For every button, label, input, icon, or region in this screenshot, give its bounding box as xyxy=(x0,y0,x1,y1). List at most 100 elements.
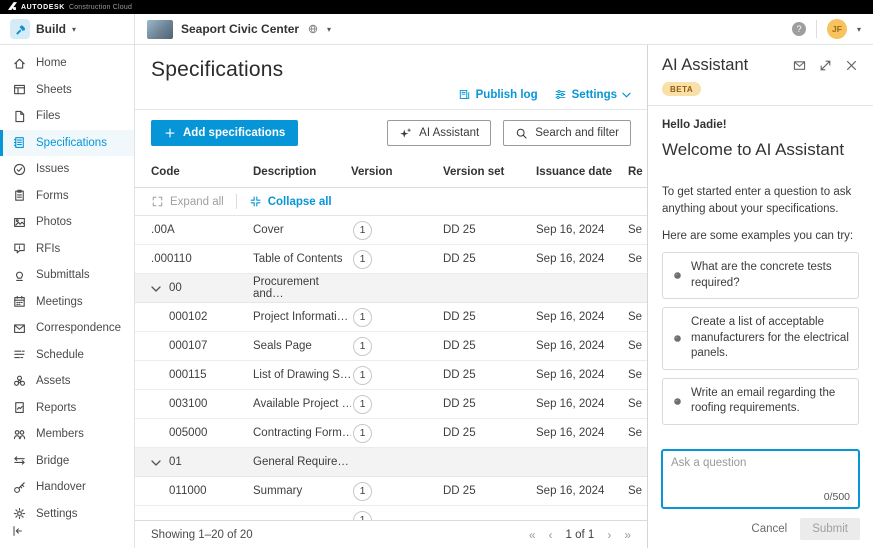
sidebar-item-sheets[interactable]: Sheets xyxy=(0,77,134,104)
sidebar-item-bridge[interactable]: Bridge xyxy=(0,448,134,475)
correspondence-icon xyxy=(12,321,27,336)
sidebar-item-label: Files xyxy=(36,110,60,122)
project-selector[interactable]: Seaport Civic Center ▾ xyxy=(135,14,343,44)
autodesk-logo-icon xyxy=(8,2,17,12)
photos-icon xyxy=(12,215,27,230)
beta-badge: BETA xyxy=(662,82,701,96)
home-icon xyxy=(12,56,27,71)
extra-cell: Se xyxy=(628,311,647,323)
module-switcher[interactable]: Build ▾ xyxy=(0,14,135,44)
sidebar-item-submittals[interactable]: Submittals xyxy=(0,262,134,289)
project-name: Seaport Civic Center xyxy=(181,22,299,36)
description-cell: Contracting Form… xyxy=(253,427,351,439)
sidebar-item-reports[interactable]: Reports xyxy=(0,395,134,422)
next-page-button[interactable]: › xyxy=(607,528,611,542)
ai-examples-label: Here are some examples you can try: xyxy=(662,230,859,242)
table-row-000107[interactable]: 000107Seals Page1DD 25Sep 16, 2024Se xyxy=(135,332,647,361)
sparkle-icon xyxy=(399,127,412,140)
table-row-011000[interactable]: 011000Summary1DD 25Sep 16, 2024Se xyxy=(135,477,647,506)
settings-icon xyxy=(12,506,27,521)
add-specifications-button[interactable]: Add specifications xyxy=(151,120,298,146)
sidebar-item-correspondence[interactable]: Correspondence xyxy=(0,315,134,342)
publish-log-link[interactable]: Publish log xyxy=(458,88,538,101)
app-bar-right: ? JF ▾ xyxy=(792,14,873,44)
autodesk-brand-text: AUTODESK xyxy=(21,4,65,11)
sidebar-item-files[interactable]: Files xyxy=(0,103,134,130)
toolbar-right: AI Assistant Search and filter xyxy=(387,120,631,146)
app-bar: Build ▾ Seaport Civic Center ▾ ? JF ▾ xyxy=(0,14,873,45)
ai-panel-header: AI Assistant BETA xyxy=(648,45,873,106)
version-cell: 1 xyxy=(351,308,443,327)
table-row--00a[interactable]: .00ACover1DD 25Sep 16, 2024Se xyxy=(135,216,647,245)
sidebar-item-label: Photos xyxy=(36,216,72,228)
table-row-000115[interactable]: 000115List of Drawing S…1DD 25Sep 16, 20… xyxy=(135,361,647,390)
sidebar-item-label: Specifications xyxy=(36,137,107,149)
table-row--000110[interactable]: .000110Table of Contents1DD 25Sep 16, 20… xyxy=(135,245,647,274)
group-code-cell: 00 xyxy=(151,282,253,294)
sidebar-item-issues[interactable]: Issues xyxy=(0,156,134,183)
column-header-code: Code xyxy=(151,166,253,178)
search-and-filter-button[interactable]: Search and filter xyxy=(503,120,631,146)
description-cell: Project Informati… xyxy=(253,311,351,323)
question-input-box: 0/500 xyxy=(661,449,860,509)
version-cell: 1 xyxy=(351,511,443,521)
issuance-date-cell: Sep 16, 2024 xyxy=(536,369,628,381)
code-cell: 011000 xyxy=(151,485,253,497)
envelope-icon[interactable] xyxy=(792,58,807,73)
user-avatar[interactable]: JF xyxy=(827,19,847,39)
table-row-005000[interactable]: 005000Contracting Form…1DD 25Sep 16, 202… xyxy=(135,419,647,448)
sidebar-item-handover[interactable]: Handover xyxy=(0,474,134,501)
version-cell: 1 xyxy=(351,424,443,443)
group-row-00[interactable]: 00Procurement and… xyxy=(135,274,647,303)
first-page-button[interactable]: « xyxy=(529,528,536,542)
expand-all-icon xyxy=(151,195,164,208)
sidebar-item-rfis[interactable]: RFIs xyxy=(0,236,134,263)
group-description-cell: Procurement and… xyxy=(253,276,351,300)
example-question-text: Write an email regarding the roofing req… xyxy=(691,386,849,417)
group-row-01[interactable]: 01General Require… xyxy=(135,448,647,477)
settings-label: Settings xyxy=(572,89,617,101)
chevron-down-icon xyxy=(622,92,631,98)
table-row-partial[interactable]: 1 xyxy=(135,506,647,520)
version-badge: 1 xyxy=(353,250,372,269)
ai-greeting: Hello Jadie! xyxy=(662,119,859,131)
user-caret-down-icon[interactable]: ▾ xyxy=(857,25,861,34)
example-question-3[interactable]: Write an email regarding the roofing req… xyxy=(662,378,859,425)
add-specifications-label: Add specifications xyxy=(183,127,285,139)
help-icon[interactable]: ? xyxy=(792,22,806,36)
sidebar-collapse-button[interactable] xyxy=(10,524,24,541)
collapse-all-button[interactable]: Collapse all xyxy=(249,195,332,208)
example-question-1[interactable]: What are the concrete tests required? xyxy=(662,252,859,299)
settings-link[interactable]: Settings xyxy=(554,88,631,101)
close-icon[interactable] xyxy=(844,58,859,73)
issuance-date-cell: Sep 16, 2024 xyxy=(536,427,628,439)
sidebar-item-photos[interactable]: Photos xyxy=(0,209,134,236)
members-icon xyxy=(12,427,27,442)
issuance-date-cell: Sep 16, 2024 xyxy=(536,224,628,236)
table-row-003100[interactable]: 003100Available Project …1DD 25Sep 16, 2… xyxy=(135,390,647,419)
sidebar-item-schedule[interactable]: Schedule xyxy=(0,342,134,369)
table-row-000102[interactable]: 000102Project Informati…1DD 25Sep 16, 20… xyxy=(135,303,647,332)
collapse-all-label: Collapse all xyxy=(268,196,332,208)
sidebar-item-specifications[interactable]: Specifications xyxy=(0,130,134,157)
code-cell: 000102 xyxy=(151,311,253,323)
sidebar-item-forms[interactable]: Forms xyxy=(0,183,134,210)
cancel-button[interactable]: Cancel xyxy=(751,523,787,535)
submit-button[interactable]: Submit xyxy=(800,518,860,540)
ai-assistant-button[interactable]: AI Assistant xyxy=(387,120,491,146)
expand-panel-icon[interactable] xyxy=(818,58,833,73)
expand-all-button[interactable]: Expand all xyxy=(151,195,224,208)
sidebar-item-meetings[interactable]: Meetings xyxy=(0,289,134,316)
example-question-2[interactable]: Create a list of acceptable manufacturer… xyxy=(662,307,859,370)
extra-cell: Se xyxy=(628,485,647,497)
sidebar-item-home[interactable]: Home xyxy=(0,50,134,77)
issuance-date-cell: Sep 16, 2024 xyxy=(536,311,628,323)
prev-page-button[interactable]: ‹ xyxy=(549,528,553,542)
sidebar-item-assets[interactable]: Assets xyxy=(0,368,134,395)
last-page-button[interactable]: » xyxy=(624,528,631,542)
example-question-text: What are the concrete tests required? xyxy=(691,260,849,291)
code-cell: 000107 xyxy=(151,340,253,352)
sidebar-item-members[interactable]: Members xyxy=(0,421,134,448)
version-cell: 1 xyxy=(351,221,443,240)
bridge-icon xyxy=(12,453,27,468)
